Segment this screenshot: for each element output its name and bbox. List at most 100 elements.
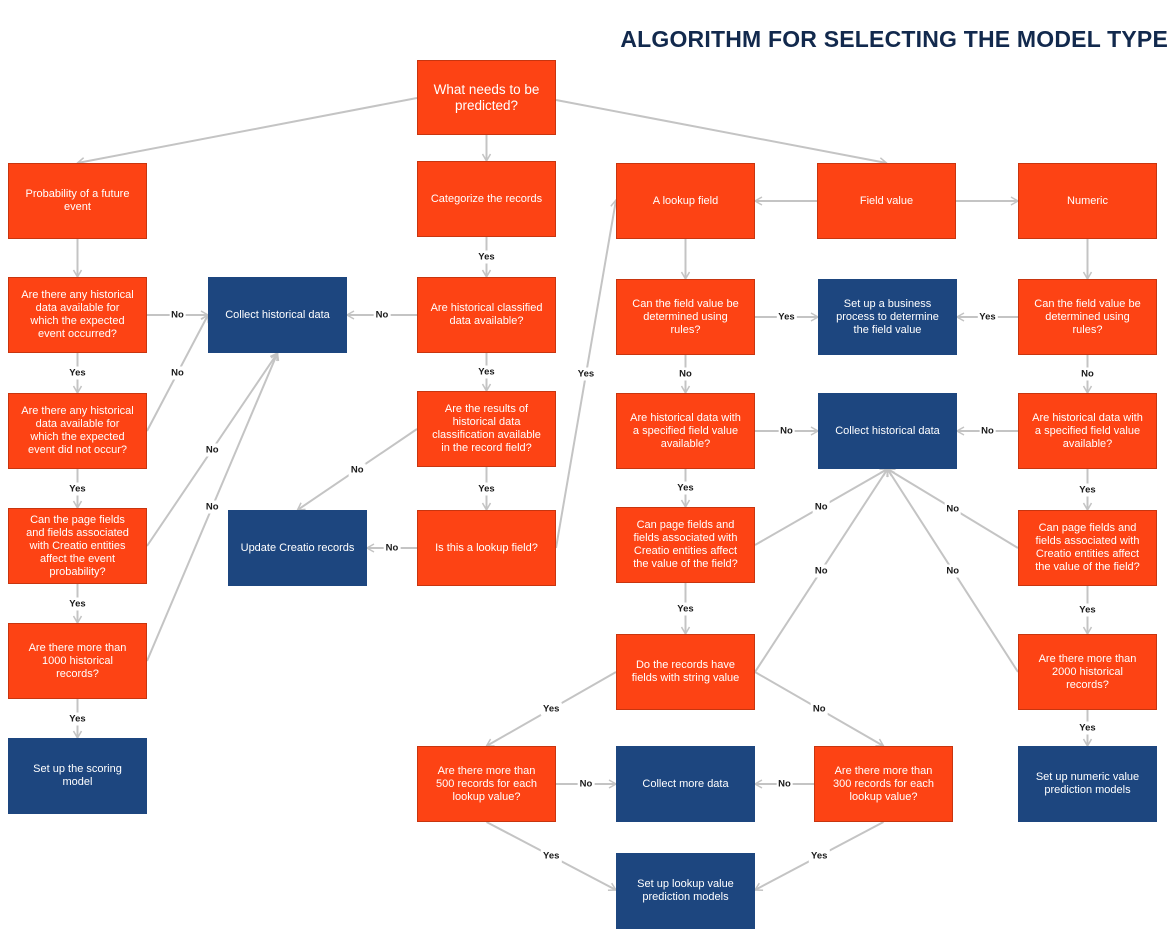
- edge-label-no: No: [812, 500, 830, 514]
- edge-label-no: No: [348, 463, 366, 476]
- edge-label-yes: Yes: [1077, 603, 1098, 617]
- edge-label-no: No: [1079, 367, 1096, 381]
- action-node-update: Update Creatio records: [228, 510, 367, 586]
- action-node-collect-more: Collect more data: [616, 746, 755, 822]
- node-text: Update Creatio records: [240, 541, 355, 554]
- edge-label-no: No: [373, 308, 391, 322]
- edge-label-yes: Yes: [67, 597, 88, 610]
- decision-node-c-q1: Are historical classified data available…: [417, 277, 556, 353]
- edge-label-yes: Yes: [675, 602, 696, 615]
- edge-label-yes: Yes: [67, 482, 88, 495]
- node-text: Can the page fields and fields associate…: [26, 513, 129, 578]
- node-text: Set up lookup value prediction models: [637, 878, 734, 903]
- action-node-collect-right: Collect historical data: [818, 393, 957, 469]
- edge-label-no: No: [577, 777, 595, 791]
- action-node-lookup-models: Set up lookup value prediction models: [616, 853, 755, 929]
- action-node-scoring: Set up the scoring model: [8, 738, 147, 814]
- connector-start-to-prob: [76, 97, 418, 167]
- node-text: Are there more than 2000 historical reco…: [1038, 652, 1137, 691]
- edge-label-yes: Yes: [776, 310, 797, 324]
- edge-label-no: No: [979, 424, 996, 438]
- node-text: What needs to be predicted?: [433, 81, 540, 113]
- decision-node-n-q3: Can page fields and fields associated wi…: [1018, 510, 1157, 586]
- node-text: Collect historical data: [225, 308, 330, 321]
- decision-node-l-q1: Can the field value be determined using …: [616, 279, 755, 355]
- edge-label-yes: Yes: [1077, 483, 1098, 496]
- edge-label-yes: Yes: [809, 849, 830, 863]
- decision-node-n-q2: Are historical data with a specified fie…: [1018, 393, 1157, 469]
- decision-node-l-300: Are there more than 300 records for each…: [814, 746, 953, 822]
- decision-node-categorize: Categorize the records: [417, 161, 556, 237]
- node-text: Are historical data with a specified fie…: [630, 411, 741, 450]
- node-text: Are historical classified data available…: [430, 302, 543, 327]
- node-text: Can the field value be determined using …: [1034, 297, 1141, 336]
- node-text: Are historical data with a specified fie…: [1032, 411, 1143, 450]
- edge-label-no: No: [776, 777, 793, 791]
- connector-start-to-fieldvalue: [555, 99, 888, 167]
- decision-node-l-500: Are there more than 500 records for each…: [417, 746, 556, 822]
- edge-label-no: No: [810, 702, 828, 716]
- node-text: Collect more data: [642, 777, 729, 790]
- edge-label-yes: Yes: [67, 366, 88, 380]
- node-text: Do the records have fields with string v…: [631, 659, 740, 684]
- edge-label-yes: Yes: [575, 367, 597, 381]
- edge-label-no: No: [944, 502, 962, 515]
- action-node-numeric-models: Set up numeric value prediction models: [1018, 746, 1157, 822]
- action-node-collect-left: Collect historical data: [208, 277, 347, 353]
- node-text: Are the results of historical data class…: [432, 403, 541, 454]
- edge-label-no: No: [203, 500, 221, 514]
- node-text: Set up numeric value prediction models: [1035, 771, 1140, 796]
- node-text: Set up a business process to determine t…: [836, 297, 939, 336]
- decision-node-prob: Probability of a future event: [8, 163, 147, 239]
- node-text: Are there more than 300 records for each…: [833, 764, 934, 803]
- decision-node-p-q2: Are there any historical data available …: [8, 393, 147, 469]
- node-text: Categorize the records: [430, 192, 543, 205]
- decision-node-n-q4: Are there more than 2000 historical reco…: [1018, 634, 1157, 710]
- edge-label-no: No: [944, 564, 962, 577]
- node-text: Probability of a future event: [25, 188, 130, 213]
- edge-label-yes: Yes: [476, 482, 497, 495]
- node-text: A lookup field: [652, 194, 719, 207]
- edge-label-no: No: [203, 443, 221, 456]
- decision-node-p-q1: Are there any historical data available …: [8, 277, 147, 353]
- edge-label-no: No: [778, 424, 795, 438]
- connector-layer: [72, 97, 1093, 892]
- node-text: Set up the scoring model: [33, 763, 122, 788]
- node-text: Can page fields and fields associated wi…: [633, 519, 738, 570]
- node-text: Are there more than 1000 historical reco…: [28, 641, 127, 680]
- edge-label-yes: Yes: [67, 712, 88, 725]
- node-text: Are there more than 500 records for each…: [436, 764, 537, 803]
- node-text: Are there any historical data available …: [21, 289, 134, 340]
- node-text: Collect historical data: [835, 424, 940, 437]
- decision-node-start: What needs to be predicted?: [417, 60, 556, 135]
- edge-label-no: No: [677, 367, 694, 381]
- decision-node-p-q3: Can the page fields and fields associate…: [8, 508, 147, 584]
- decision-node-numeric: Numeric: [1018, 163, 1157, 239]
- decision-node-c-q3: Is this a lookup field?: [417, 510, 556, 586]
- decision-node-lookup: A lookup field: [616, 163, 755, 239]
- node-text: Numeric: [1067, 194, 1108, 207]
- edge-label-yes: Yes: [541, 702, 562, 716]
- action-node-bizproc: Set up a business process to determine t…: [818, 279, 957, 355]
- decision-node-fieldvalue: Field value: [817, 163, 956, 239]
- decision-node-p-q4: Are there more than 1000 historical reco…: [8, 623, 147, 699]
- edge-label-no: No: [169, 366, 186, 380]
- edge-label-no: No: [812, 564, 830, 577]
- edge-label-no: No: [383, 541, 401, 555]
- edge-label-yes: Yes: [1077, 721, 1098, 735]
- node-text: Is this a lookup field?: [435, 541, 538, 554]
- decision-node-c-q2: Are the results of historical data class…: [417, 391, 556, 467]
- node-text: Field value: [859, 194, 914, 207]
- edge-label-no: No: [169, 308, 186, 322]
- decision-node-l-q2: Are historical data with a specified fie…: [616, 393, 755, 469]
- node-text: Can page fields and fields associated wi…: [1035, 522, 1140, 573]
- edge-label-yes: Yes: [476, 365, 497, 379]
- edge-label-yes: Yes: [476, 250, 497, 264]
- node-text: Can the field value be determined using …: [632, 297, 739, 336]
- decision-node-l-q4: Do the records have fields with string v…: [616, 634, 755, 710]
- decision-node-l-q3: Can page fields and fields associated wi…: [616, 507, 755, 583]
- edge-label-yes: Yes: [541, 849, 562, 863]
- node-text: Are there any historical data available …: [21, 405, 134, 456]
- edge-label-yes: Yes: [977, 310, 998, 324]
- edge-label-yes: Yes: [675, 481, 696, 495]
